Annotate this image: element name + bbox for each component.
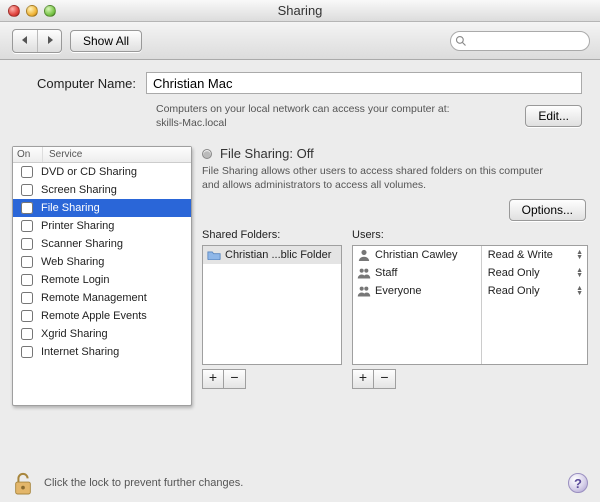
service-checkbox[interactable]	[21, 346, 33, 358]
computer-name-input[interactable]	[146, 72, 582, 94]
shared-folder-row[interactable]: Christian ...blic Folder	[203, 246, 341, 264]
lock-icon[interactable]	[12, 470, 34, 496]
show-all-button[interactable]: Show All	[70, 30, 142, 52]
user-label: Everyone	[375, 285, 421, 297]
services-list: On Service DVD or CD Sharing Screen Shari…	[12, 146, 192, 406]
person-icon	[357, 249, 371, 261]
back-button[interactable]	[13, 30, 37, 52]
service-row[interactable]: Screen Sharing	[13, 181, 191, 199]
options-button[interactable]: Options...	[509, 199, 586, 221]
search-icon	[455, 35, 467, 47]
service-checkbox[interactable]	[21, 238, 33, 250]
service-label: Xgrid Sharing	[41, 328, 108, 340]
service-checkbox[interactable]	[21, 220, 33, 232]
header-on: On	[13, 147, 43, 162]
add-folder-button[interactable]: +	[202, 369, 224, 389]
edit-button[interactable]: Edit...	[525, 105, 582, 127]
user-row[interactable]: Everyone	[353, 282, 481, 300]
service-label: Internet Sharing	[41, 346, 119, 358]
computer-name-hint-row: Computers on your local network can acce…	[0, 100, 600, 140]
permission-stepper-icon[interactable]: ▲▼	[576, 268, 583, 278]
service-label: Web Sharing	[41, 256, 104, 268]
service-label: Scanner Sharing	[41, 238, 123, 250]
permission-row[interactable]: Read & Write ▲▼	[482, 246, 587, 264]
service-row[interactable]: Remote Login	[13, 271, 191, 289]
shared-folders-column: Shared Folders: Christian ...blic Folder…	[202, 229, 342, 389]
service-checkbox[interactable]	[21, 292, 33, 304]
help-button[interactable]: ?	[568, 473, 588, 493]
service-checkbox[interactable]	[21, 184, 33, 196]
search-field[interactable]	[450, 31, 590, 51]
status-led-icon	[202, 149, 212, 159]
service-checkbox[interactable]	[21, 202, 33, 214]
service-detail: File Sharing: Off File Sharing allows ot…	[202, 146, 588, 406]
service-label: File Sharing	[41, 202, 100, 214]
computer-name-hint: Computers on your local network can acce…	[156, 102, 515, 130]
folder-icon	[207, 249, 221, 260]
titlebar: Sharing	[0, 0, 600, 22]
window-title: Sharing	[0, 3, 600, 18]
service-checkbox[interactable]	[21, 274, 33, 286]
permission-stepper-icon[interactable]: ▲▼	[576, 250, 583, 260]
status-description: File Sharing allows other users to acces…	[202, 165, 562, 192]
group-icon	[357, 267, 371, 279]
user-row[interactable]: Staff	[353, 264, 481, 282]
service-checkbox[interactable]	[21, 256, 33, 268]
window-controls	[8, 5, 56, 17]
lock-row: Click the lock to prevent further change…	[12, 470, 588, 496]
service-label: DVD or CD Sharing	[41, 166, 137, 178]
service-row[interactable]: Web Sharing	[13, 253, 191, 271]
users-label: Users:	[352, 229, 588, 241]
group-icon	[357, 285, 371, 297]
permission-label: Read & Write	[488, 249, 553, 261]
lock-text: Click the lock to prevent further change…	[44, 477, 243, 489]
toolbar: Show All	[0, 22, 600, 60]
shared-folders-label: Shared Folders:	[202, 229, 342, 241]
shared-folder-label: Christian ...blic Folder	[225, 249, 331, 261]
add-user-button[interactable]: +	[352, 369, 374, 389]
users-column: Users: Christian Cawley Staff Everyone Rea…	[352, 229, 588, 389]
user-label: Christian Cawley	[375, 249, 458, 261]
close-icon[interactable]	[8, 5, 20, 17]
service-checkbox[interactable]	[21, 328, 33, 340]
service-row[interactable]: File Sharing	[13, 199, 191, 217]
computer-name-label: Computer Name:	[18, 76, 146, 91]
remove-folder-button[interactable]: −	[224, 369, 246, 389]
status-title: File Sharing: Off	[220, 146, 314, 161]
minimize-icon[interactable]	[26, 5, 38, 17]
computer-name-row: Computer Name:	[0, 72, 600, 100]
service-checkbox[interactable]	[21, 310, 33, 322]
users-permissions-list[interactable]: Christian Cawley Staff Everyone Read & Wri…	[352, 245, 588, 365]
service-label: Screen Sharing	[41, 184, 117, 196]
service-label: Remote Login	[41, 274, 110, 286]
service-label: Remote Management	[41, 292, 147, 304]
user-row[interactable]: Christian Cawley	[353, 246, 481, 264]
forward-button[interactable]	[37, 30, 61, 52]
permission-stepper-icon[interactable]: ▲▼	[576, 286, 583, 296]
service-row[interactable]: Printer Sharing	[13, 217, 191, 235]
service-row[interactable]: Remote Apple Events	[13, 307, 191, 325]
permission-row[interactable]: Read Only ▲▼	[482, 282, 587, 300]
permission-row[interactable]: Read Only ▲▼	[482, 264, 587, 282]
nav-back-forward	[12, 29, 62, 53]
permission-label: Read Only	[488, 285, 540, 297]
search-input[interactable]	[467, 34, 600, 48]
service-row[interactable]: Xgrid Sharing	[13, 325, 191, 343]
service-checkbox[interactable]	[21, 166, 33, 178]
service-label: Remote Apple Events	[41, 310, 147, 322]
remove-user-button[interactable]: −	[374, 369, 396, 389]
service-row[interactable]: Internet Sharing	[13, 343, 191, 361]
service-row[interactable]: DVD or CD Sharing	[13, 163, 191, 181]
zoom-icon[interactable]	[44, 5, 56, 17]
header-service: Service	[43, 147, 191, 162]
content: Computer Name: Computers on your local n…	[0, 60, 600, 406]
user-label: Staff	[375, 267, 397, 279]
shared-folders-list[interactable]: Christian ...blic Folder	[202, 245, 342, 365]
services-header: On Service	[13, 147, 191, 163]
service-label: Printer Sharing	[41, 220, 114, 232]
service-row[interactable]: Scanner Sharing	[13, 235, 191, 253]
service-row[interactable]: Remote Management	[13, 289, 191, 307]
permission-label: Read Only	[488, 267, 540, 279]
